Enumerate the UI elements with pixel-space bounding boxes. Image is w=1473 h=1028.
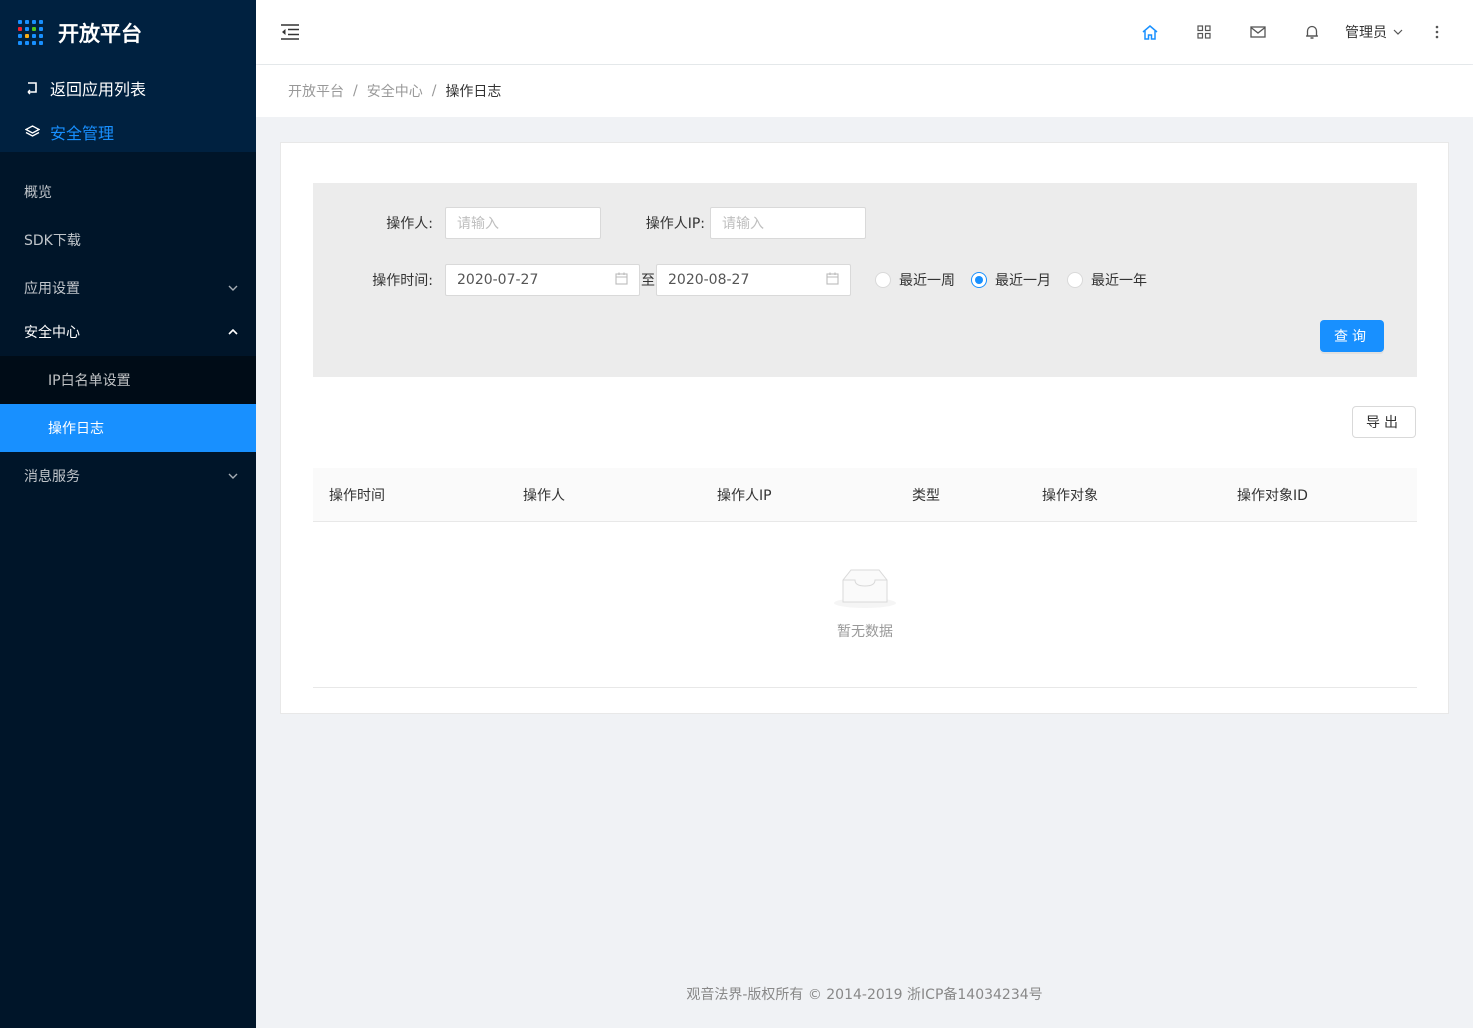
column-header: 类型	[912, 487, 940, 504]
sidebar-item-label: IP白名单设置	[48, 373, 131, 389]
table-header: 操作时间 操作人 操作人IP 类型 操作对象 操作对象ID	[313, 468, 1417, 522]
security-management-label: 安全管理	[50, 124, 115, 143]
operation-log-table: 操作时间 操作人 操作人IP 类型 操作对象 操作对象ID 暂无数据	[313, 468, 1417, 688]
filter-row-2: 操作时间: 2020-07-27 至 2020-08-27 最近一周 最近一月 …	[313, 264, 1163, 296]
operator-label: 操作人:	[386, 216, 433, 232]
breadcrumb-separator: /	[353, 83, 358, 99]
back-to-app-list-label: 返回应用列表	[50, 80, 147, 99]
radio-last-year[interactable]: 最近一年	[1067, 270, 1147, 290]
radio-last-month[interactable]: 最近一月	[971, 270, 1051, 290]
sidebar-item-label: 消息服务	[24, 469, 80, 485]
column-header: 操作对象ID	[1237, 487, 1308, 504]
breadcrumb-item[interactable]: 开放平台	[288, 81, 344, 101]
sidebar-item-security-center[interactable]: 安全中心	[0, 312, 256, 352]
end-date-picker[interactable]: 2020-08-27	[656, 264, 851, 296]
breadcrumb-current: 操作日志	[445, 84, 502, 100]
footer-copyright: 观音法界-版权所有 © 2014-2019 浙ICP备14034234号	[686, 987, 1043, 1003]
radio-last-week[interactable]: 最近一周	[875, 270, 955, 290]
chevron-down-icon	[1393, 29, 1403, 35]
sidebar-item-operation-log[interactable]: 操作日志	[0, 404, 256, 452]
sidebar-item-label: 操作日志	[48, 421, 104, 437]
time-label: 操作时间:	[372, 273, 433, 289]
operator-ip-input[interactable]: 请输入	[710, 207, 866, 239]
export-button[interactable]: 导出	[1352, 406, 1416, 438]
operator-input[interactable]: 请输入	[445, 207, 601, 239]
back-to-app-list[interactable]: 返回应用列表	[0, 66, 256, 110]
menu-fold-icon[interactable]	[280, 22, 300, 42]
breadcrumb-item[interactable]: 安全中心	[367, 81, 423, 101]
sidebar-item-message-service[interactable]: 消息服务	[0, 452, 256, 500]
empty-state: 暂无数据	[313, 522, 1417, 688]
radio-dot	[1067, 272, 1083, 288]
security-management[interactable]: 安全管理	[0, 110, 256, 154]
sidebar-item-label: SDK下载	[24, 233, 81, 249]
security-center-submenu: IP白名单设置 操作日志	[0, 356, 256, 452]
sidebar-item-label: 安全中心	[24, 325, 80, 341]
sidebar-item-label: 概览	[24, 185, 52, 201]
empty-text: 暂无数据	[837, 624, 893, 640]
filter-row-1: 操作人: 请输入 操作人IP: 请输入	[313, 207, 866, 239]
sidebar-header: 开放平台 返回应用列表 安全管理	[0, 0, 256, 152]
start-date-value: 2020-07-27	[457, 272, 539, 288]
sidebar-item-overview[interactable]: 概览	[0, 168, 256, 216]
radio-dot	[971, 272, 987, 288]
start-date-picker[interactable]: 2020-07-27	[445, 264, 640, 296]
breadcrumb: 开放平台 / 安全中心 / 操作日志	[256, 65, 1473, 117]
operator-ip-label: 操作人IP:	[645, 216, 705, 232]
logo[interactable]: 开放平台	[0, 0, 256, 66]
grid-logo-icon	[18, 20, 44, 46]
date-range-radio-group: 最近一周 最近一月 最近一年	[875, 270, 1163, 290]
sidebar-item-label: 应用设置	[24, 281, 80, 297]
chevron-down-icon	[228, 283, 238, 293]
more-vertical-icon[interactable]	[1425, 0, 1449, 64]
sidebar: 开放平台 返回应用列表 安全管理 概览 SDK下载 应用设置 安全中心 IP白名…	[0, 0, 256, 1028]
header-actions: 管理员	[1123, 0, 1449, 64]
radio-label: 最近一年	[1091, 273, 1147, 289]
column-header: 操作对象	[1042, 487, 1098, 504]
top-header: 管理员	[256, 0, 1473, 64]
chevron-down-icon	[228, 471, 238, 481]
column-header: 操作时间	[329, 487, 385, 504]
layers-icon	[24, 125, 40, 139]
user-menu[interactable]: 管理员	[1345, 22, 1403, 42]
content-card: 操作人: 请输入 操作人IP: 请输入 操作时间: 2020-07-27 至 2…	[280, 142, 1449, 714]
column-header: 操作人IP	[717, 487, 772, 504]
user-name: 管理员	[1345, 25, 1387, 41]
breadcrumb-separator: /	[431, 83, 437, 99]
apps-icon[interactable]	[1177, 0, 1231, 64]
radio-label: 最近一月	[995, 273, 1051, 289]
operator-ip-placeholder: 请输入	[722, 216, 764, 232]
filter-panel: 操作人: 请输入 操作人IP: 请输入 操作时间: 2020-07-27 至 2…	[313, 183, 1417, 377]
query-button[interactable]: 查询	[1320, 320, 1384, 352]
logo-title: 开放平台	[58, 22, 142, 46]
sidebar-item-ip-whitelist[interactable]: IP白名单设置	[0, 356, 256, 404]
column-header: 操作人	[523, 487, 565, 504]
bell-icon[interactable]	[1285, 0, 1339, 64]
sidebar-menu: 概览 SDK下载 应用设置 安全中心 IP白名单设置 操作日志 消息服务	[0, 152, 256, 500]
to-label: 至	[641, 273, 655, 289]
sidebar-item-sdk[interactable]: SDK下载	[0, 216, 256, 264]
return-icon	[24, 81, 40, 95]
mail-icon[interactable]	[1231, 0, 1285, 64]
radio-dot	[875, 272, 891, 288]
calendar-icon	[615, 272, 628, 289]
empty-box-icon	[833, 568, 897, 613]
operator-placeholder: 请输入	[457, 216, 499, 232]
radio-label: 最近一周	[899, 273, 955, 289]
calendar-icon	[826, 272, 839, 289]
home-icon[interactable]	[1123, 0, 1177, 64]
end-date-value: 2020-08-27	[668, 272, 750, 288]
chevron-up-icon	[228, 327, 238, 337]
sidebar-item-app-settings[interactable]: 应用设置	[0, 264, 256, 312]
